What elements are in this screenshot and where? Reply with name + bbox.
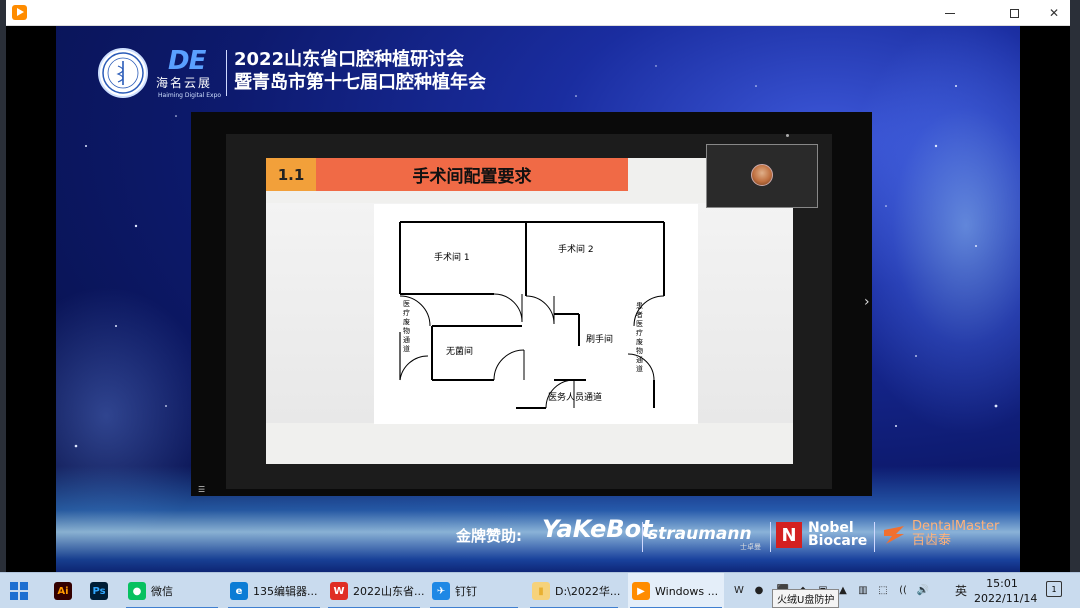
avatar	[751, 164, 773, 186]
event-title: 2022山东省口腔种植研讨会 暨青岛市第十七届口腔种植年会	[234, 48, 486, 94]
expo-logo-mark: DE	[168, 46, 206, 76]
sponsor-nobel: Nobel Biocare	[808, 521, 868, 549]
taskbar-app-label: 2022山东省...	[353, 585, 425, 598]
sponsor-nobel-line2: Biocare	[808, 533, 868, 549]
media-player-window: ✕ DE 海名云展 Haiming Digital Expo 2022山东省口腔…	[6, 0, 1070, 572]
ime-indicator[interactable]: 英	[954, 583, 968, 598]
status-dot	[786, 134, 789, 137]
taskbar-app-label: 微信	[151, 585, 173, 598]
app-icon: ▶	[632, 582, 650, 600]
sponsor-straumann: straumann	[648, 524, 752, 544]
logo-divider	[226, 50, 227, 96]
taskbar-app[interactable]: Ai	[50, 573, 76, 608]
taskbar-app[interactable]: ● 微信	[124, 573, 220, 608]
taskbar-app[interactable]: Ps	[86, 573, 112, 608]
desktop-right-edge	[1070, 0, 1080, 572]
app-icon: Ai	[54, 582, 72, 600]
minimize-button[interactable]	[930, 0, 970, 26]
tray-icon[interactable]: W	[732, 583, 746, 597]
app-icon: ●	[128, 582, 146, 600]
taskbar-app-label: 135编辑器...	[253, 585, 318, 598]
floorplan-room1-label: 手术间 1	[434, 253, 470, 263]
clock-time: 15:01	[986, 577, 1018, 590]
taskbar-app-label: 钉钉	[455, 585, 477, 598]
sponsor-dentalmaster: DentalMaster 百齿泰	[912, 520, 999, 548]
association-emblem	[98, 48, 148, 98]
app-icon: e	[230, 582, 248, 600]
tray-icon[interactable]: 🔊	[916, 583, 930, 597]
sponsor-divider	[642, 522, 643, 552]
floorplan-scrub-label: 刷手间	[586, 335, 614, 345]
sponsor-divider	[770, 522, 771, 552]
taskbar: Ai Ps ● 微信 e 135编辑器... W 2022山东省... ✈ 钉钉 ▮ D:\2022华…	[0, 572, 1080, 608]
expo-logo: DE 海名云展 Haiming Digital Expo	[154, 46, 226, 102]
expo-logo-cn: 海名云展	[156, 76, 213, 90]
sponsor-dentalmaster-line2: 百齿泰	[912, 533, 952, 548]
sponsor-yakebot: YaKeBot	[542, 515, 653, 543]
tray-icon[interactable]: ((	[896, 583, 910, 597]
event-title-line2: 暨青岛市第十七届口腔种植年会	[234, 72, 486, 93]
floorplan-sterile-label: 无菌间	[446, 347, 474, 357]
floorplan-room2-label: 手术间 2	[558, 245, 594, 255]
floorplan-staff-corridor-label: 医务人员通道	[548, 393, 603, 403]
taskbar-app[interactable]: ✈ 钉钉	[428, 573, 520, 608]
tray-icon[interactable]: ●	[752, 583, 766, 597]
title-bar[interactable]: ✕	[6, 0, 1070, 26]
close-icon: ✕	[1048, 6, 1060, 20]
app-icon: ✈	[432, 582, 450, 600]
sponsor-dentalmaster-line1: DentalMaster	[912, 519, 1000, 534]
shared-screen-panel: 1.1 手术间配置要求 手术间 1 手术间 2 无菌间 刷手间 医务人员通道 医…	[191, 112, 872, 496]
notification-center-icon[interactable]: 1	[1046, 581, 1062, 597]
share-menu-icon[interactable]: ☰	[198, 485, 205, 494]
minimize-icon	[945, 12, 955, 14]
floorplan-drawing	[399, 221, 665, 409]
clock[interactable]: 15:01 2022/11/14	[974, 576, 1038, 606]
maximize-icon	[1009, 8, 1019, 18]
video-frame[interactable]: DE 海名云展 Haiming Digital Expo 2022山东省口腔种植…	[56, 26, 1020, 572]
slide-number: 1.1	[266, 158, 316, 191]
sponsor-label: 金牌赞助:	[456, 527, 522, 545]
app-icon: W	[330, 582, 348, 600]
taskbar-app-label: Windows ...	[655, 584, 719, 598]
speaker-camera-thumbnail[interactable]	[706, 144, 818, 208]
windows-logo-icon	[10, 582, 18, 590]
start-button[interactable]	[10, 582, 28, 600]
dentalmaster-logo-icon	[884, 526, 904, 544]
slide-title: 手术间配置要求	[316, 158, 628, 191]
sponsor-straumann-sub: 士卓曼	[740, 543, 761, 551]
floorplan-right-corridor-label: 患者医疗废物通道	[636, 302, 643, 373]
maximize-button[interactable]	[994, 0, 1034, 26]
taskbar-app[interactable]: W 2022山东省...	[326, 573, 425, 608]
app-icon: Ps	[90, 582, 108, 600]
taskbar-app-label: D:\2022华...	[555, 585, 621, 598]
expo-logo-en: Haiming Digital Expo	[158, 92, 222, 99]
desktop-screen: ✕ DE 海名云展 Haiming Digital Expo 2022山东省口腔…	[0, 0, 1080, 608]
next-arrow-icon[interactable]: ›	[864, 294, 870, 310]
tray-icon[interactable]: ▥	[856, 583, 870, 597]
tray-icon[interactable]: ⬚	[876, 583, 890, 597]
operating-room-floorplan: 手术间 1 手术间 2 无菌间 刷手间 医务人员通道 医疗废物通道 患者医疗废物…	[374, 204, 698, 424]
taskbar-app[interactable]: e 135编辑器...	[226, 573, 322, 608]
taskbar-app[interactable]: ▮ D:\2022华...	[528, 573, 620, 608]
clock-date: 2022/11/14	[974, 592, 1038, 605]
sponsor-divider	[874, 522, 875, 552]
taskbar-app[interactable]: ▶ Windows ...	[628, 573, 724, 608]
close-button[interactable]: ✕	[1034, 0, 1074, 26]
media-player-icon	[12, 5, 27, 20]
floorplan-left-corridor-label: 医疗废物通道	[403, 300, 410, 353]
tray-tooltip: 火绒U盘防护	[772, 589, 840, 608]
nobel-logo-icon: N	[776, 522, 802, 548]
event-title-line1: 2022山东省口腔种植研讨会	[234, 49, 465, 70]
app-icon: ▮	[532, 582, 550, 600]
